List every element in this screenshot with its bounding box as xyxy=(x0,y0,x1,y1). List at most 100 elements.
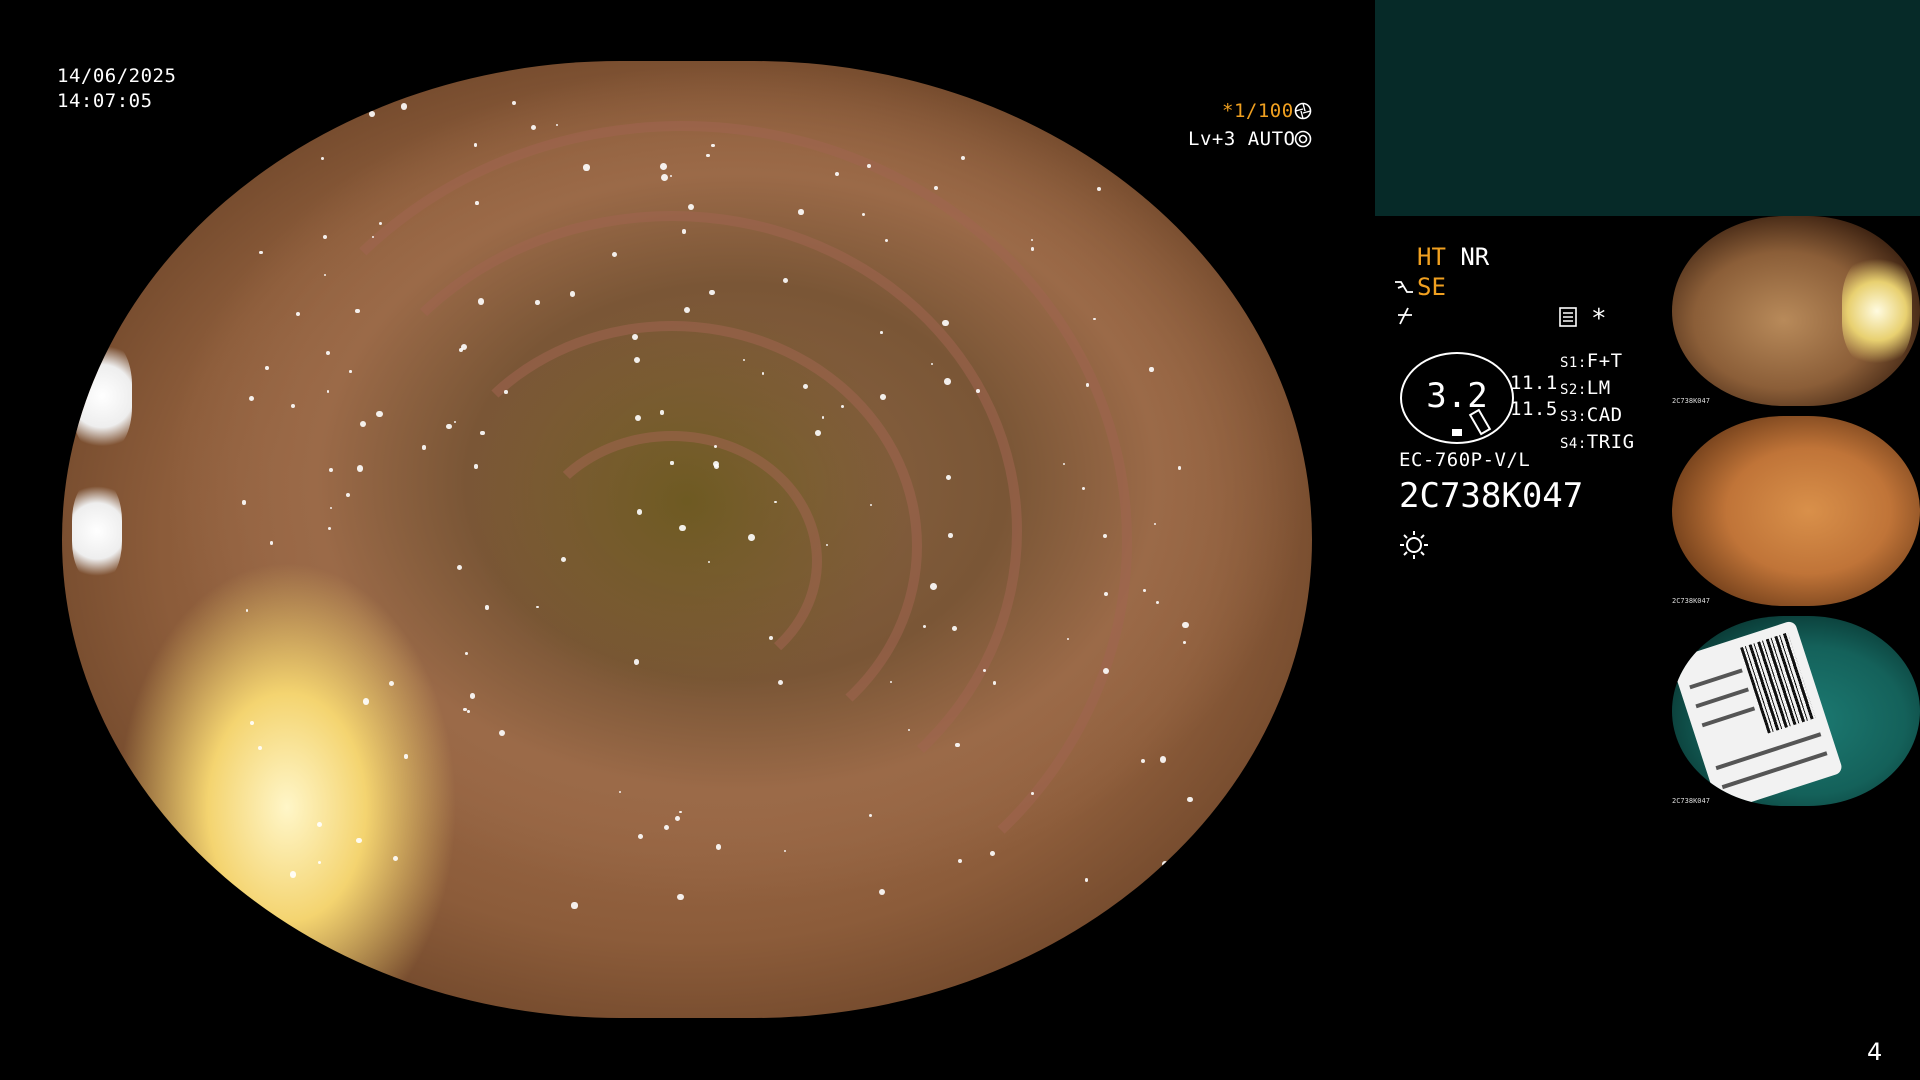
specular-highlight xyxy=(1190,112,1193,115)
switch-row: S4:TRIG xyxy=(1560,430,1635,457)
specular-highlight xyxy=(952,626,957,631)
specular-highlight xyxy=(245,903,251,909)
specular-highlight xyxy=(687,203,694,210)
specular-highlight xyxy=(475,201,479,205)
specular-highlight xyxy=(747,534,755,541)
specular-highlight xyxy=(446,423,452,430)
specular-highlight xyxy=(1093,317,1096,320)
freeze-icon xyxy=(1395,281,1413,293)
shutter-label: *1/100 xyxy=(1222,99,1294,124)
specular-highlight xyxy=(933,185,938,190)
thumbnail-1[interactable] xyxy=(1672,216,1920,406)
specular-highlight xyxy=(880,394,887,400)
thumbnail-3[interactable] xyxy=(1672,616,1920,806)
specular-highlight xyxy=(323,273,327,277)
specular-highlight xyxy=(802,383,808,390)
specular-highlight xyxy=(329,506,333,509)
specular-highlight xyxy=(345,492,350,498)
specular-highlight xyxy=(1153,522,1156,525)
ht-label: HT xyxy=(1417,243,1446,271)
switch-row: S1:F+T xyxy=(1560,349,1635,376)
record-icon xyxy=(1559,307,1577,327)
specular-highlight xyxy=(349,370,352,373)
endoscope-view xyxy=(62,61,1312,1018)
specular-highlight xyxy=(1161,861,1169,868)
specular-highlight xyxy=(317,860,321,864)
switch-value: TRIG xyxy=(1586,431,1635,453)
switch-key: S1: xyxy=(1560,355,1587,371)
specular-highlight xyxy=(269,541,273,545)
light-glare xyxy=(1842,256,1912,366)
light-glare xyxy=(72,481,122,581)
specular-highlight xyxy=(504,390,508,394)
specular-highlight xyxy=(611,251,617,258)
specular-highlight xyxy=(989,851,995,856)
specular-highlight xyxy=(473,142,478,147)
specular-highlight xyxy=(484,605,489,610)
specular-highlight xyxy=(1102,667,1109,674)
specular-highlight xyxy=(1084,878,1089,883)
thumbnail-2[interactable] xyxy=(1672,416,1920,606)
thumbnail-caption: 2C738K047 xyxy=(1672,797,1710,805)
switch-key: S4: xyxy=(1560,436,1587,452)
switch-key: S3: xyxy=(1560,409,1587,425)
specular-highlight xyxy=(322,234,328,240)
specular-highlight xyxy=(992,681,997,685)
reading-1: 11.1 xyxy=(1510,372,1558,394)
specular-highlight xyxy=(862,212,866,216)
specular-highlight xyxy=(834,171,839,176)
specular-highlight xyxy=(535,300,541,305)
specular-highlight xyxy=(618,790,622,794)
level-value: Lv+3 xyxy=(1188,128,1236,150)
label-line xyxy=(1715,732,1822,771)
specular-highlight xyxy=(1182,621,1189,628)
specular-highlight xyxy=(536,605,539,609)
sun-icon xyxy=(1400,531,1428,559)
specular-highlight xyxy=(714,464,719,470)
se-label: SE xyxy=(1417,273,1446,301)
specular-highlight xyxy=(1102,534,1107,539)
specular-highlight xyxy=(713,444,717,449)
scope-model: EC-760P-V/L xyxy=(1399,449,1531,471)
specular-highlight xyxy=(356,838,362,844)
pen-icon xyxy=(1398,307,1412,325)
gauge-marker xyxy=(1452,429,1462,436)
specular-highlight xyxy=(814,430,821,437)
mode-value: AUTO xyxy=(1247,128,1296,150)
specular-highlight xyxy=(245,609,248,612)
switch-value: F+T xyxy=(1586,350,1623,372)
specular-highlight xyxy=(259,250,263,255)
specular-highlight xyxy=(480,430,485,436)
switch-key: S2: xyxy=(1560,382,1587,398)
specular-highlight xyxy=(371,235,374,238)
zoom-gauge: 3.2 xyxy=(1400,352,1514,444)
specular-highlight xyxy=(362,698,370,705)
specular-highlight xyxy=(1031,239,1034,242)
specular-highlight xyxy=(556,123,559,126)
asterisk-indicator: * xyxy=(1591,304,1607,334)
specular-highlight xyxy=(400,103,407,110)
specular-highlight xyxy=(1140,759,1145,764)
reading-2: 11.5 xyxy=(1510,398,1558,420)
specular-highlight xyxy=(769,635,774,640)
specular-highlight xyxy=(316,821,322,827)
specular-highlight xyxy=(248,396,254,401)
specular-highlight xyxy=(1178,466,1182,470)
light-glare xyxy=(72,341,132,451)
gauge-value: 3.2 xyxy=(1426,376,1488,416)
label-line xyxy=(1721,751,1828,790)
specular-highlight xyxy=(257,745,263,750)
switch-row: S2:LM xyxy=(1560,376,1635,403)
iris-icon xyxy=(1294,102,1312,120)
specular-highlight xyxy=(560,557,566,563)
specular-highlight xyxy=(1182,641,1186,645)
switch-value: CAD xyxy=(1586,404,1623,426)
specular-highlight xyxy=(955,742,960,748)
specular-highlight xyxy=(1143,589,1147,593)
specular-highlight xyxy=(530,125,536,131)
specular-highlight xyxy=(948,533,953,538)
specular-highlight xyxy=(709,289,715,295)
date-label: 14/06/2025 xyxy=(57,65,177,87)
specular-highlight xyxy=(1155,600,1160,605)
ht-nr-status: HT NR xyxy=(1417,243,1489,271)
